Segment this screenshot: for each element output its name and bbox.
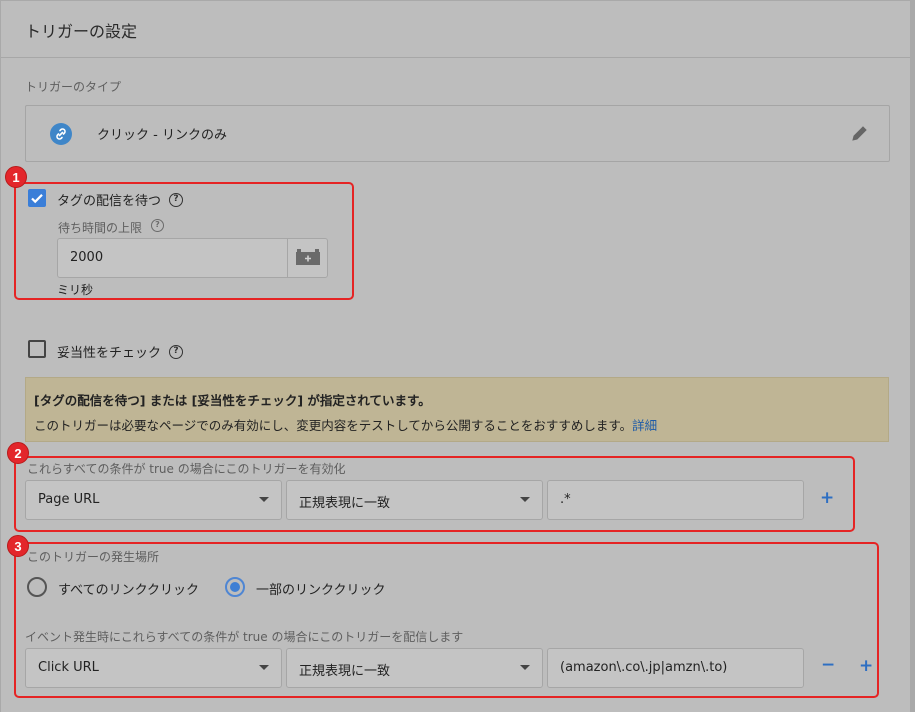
page-title: トリガーの設定 [25,22,138,41]
annotation-badge-2: 2 [7,442,29,464]
help-icon[interactable]: ? [169,345,183,359]
notice-body: このトリガーは必要なページでのみ有効にし、変更内容をテストしてから公開することを… [34,418,633,433]
trigger-type-label: トリガーのタイプ [25,80,122,94]
check-validation-label: 妥当性をチェック [57,346,162,361]
notice-title: [タグの配信を待つ] または [妥当性をチェック] が指定されています。 [34,393,431,408]
panel-header: トリガーの設定 [1,1,910,58]
annotation-badge-1: 1 [5,166,27,188]
trigger-type-selector[interactable]: クリック - リンクのみ [25,105,890,162]
annotation-box-3 [14,542,879,698]
check-validation-checkbox[interactable] [28,340,46,358]
notice-text: このトリガーは必要なページでのみ有効にし、変更内容をテストしてから公開することを… [34,415,657,434]
annotation-badge-3: 3 [7,535,29,557]
trigger-type-value: クリック - リンクのみ [97,128,227,143]
pencil-icon[interactable] [851,124,869,146]
annotation-box-2 [14,456,855,532]
warning-notice: [タグの配信を待つ] または [妥当性をチェック] が指定されています。 このト… [25,377,889,442]
link-icon [50,123,72,145]
learn-more-link[interactable]: 詳細 [632,418,657,433]
annotation-box-1 [14,182,354,300]
